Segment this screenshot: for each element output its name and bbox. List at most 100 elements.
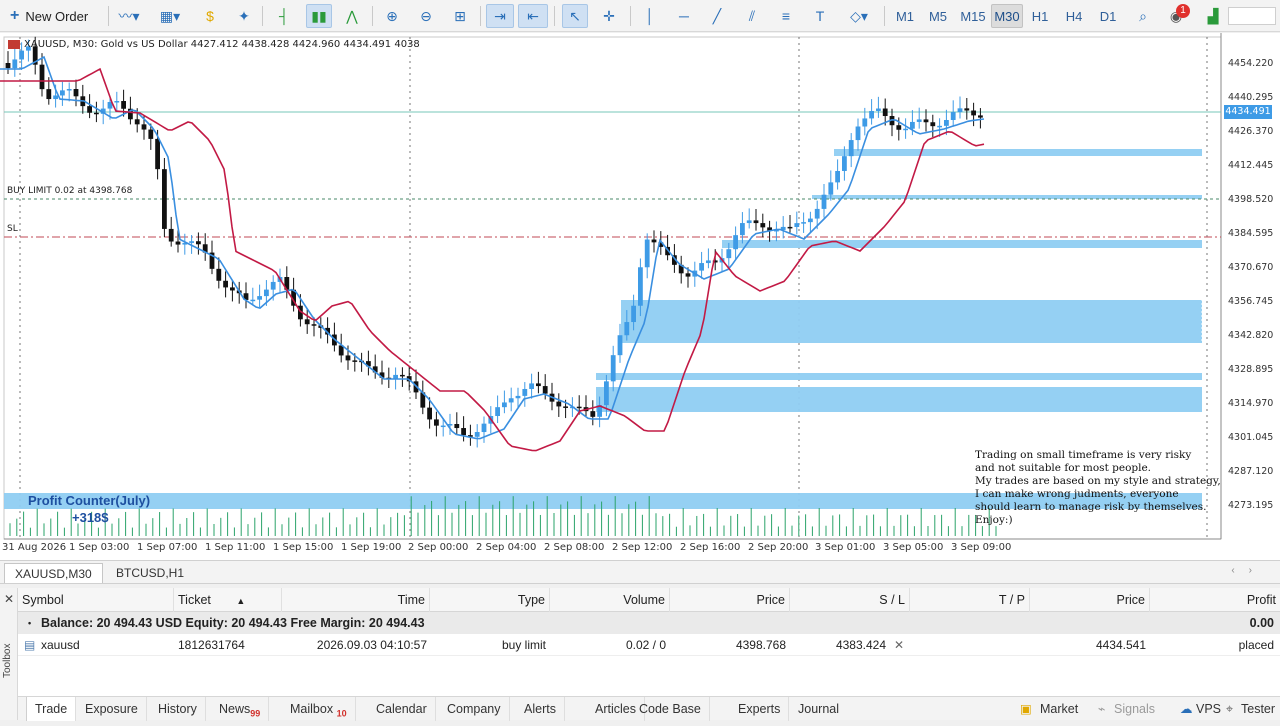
tab-calendar[interactable]: Calendar [368,697,436,721]
time-axis-label: 1 Sep 07:00 [137,542,198,553]
tile-windows-icon[interactable]: ⊞ [448,4,472,28]
tab-signals[interactable]: Signals [1114,697,1155,721]
shapes-icon[interactable]: ◇▾ [840,4,878,28]
candle-body [930,122,936,127]
search-icon[interactable]: ⌕ [1132,4,1154,28]
chart-window[interactable]: XAUUSD, M30: Gold vs US Dollar 4427.412 … [0,33,1280,560]
news-count-badge: 99 [250,708,261,719]
candle-body [835,170,840,183]
price-axis-label: 4287.120 [1228,466,1274,477]
chart-title: XAUUSD, M30: Gold vs US Dollar 4427.412 … [8,39,420,50]
candle-body [148,129,154,139]
bar-chart-icon[interactable]: ┤ [272,4,296,28]
tab-journal[interactable]: Journal [790,697,847,721]
tab-history[interactable]: History [150,697,206,721]
price-axis-label: 4356.745 [1228,296,1274,307]
chart-tab-xauusd[interactable]: XAUUSD,M30 [4,563,103,583]
chart-tab-btcusd[interactable]: BTCUSD,H1 [106,563,194,583]
candle-body [624,322,630,336]
column-sl[interactable]: S / L [790,588,910,612]
column-tp[interactable]: T / P [910,588,1030,612]
timeframe-m15[interactable]: M15 [957,4,989,28]
cursor-icon[interactable]: ↖ [562,4,588,28]
tab-exposure[interactable]: Exposure [77,697,147,721]
buy-limit-label[interactable]: BUY LIMIT 0.02 at 4398.768 [7,186,132,196]
chart-type-icon[interactable]: 〰▾ [112,4,146,28]
timeframe-m5[interactable]: M5 [925,4,951,28]
market-icon: ▣ [1020,702,1032,716]
table-row[interactable]: ▤ xauusd 1812631764 2026.09.03 04:10:57 … [18,634,1280,656]
note-line: My trades are based on my style and stra… [975,474,1221,487]
candle-body [502,402,507,408]
mailbox-count-badge: 10 [336,708,347,719]
line-chart-icon[interactable]: ⋀ [340,4,364,28]
crosshair-icon[interactable]: ✛ [596,4,622,28]
candlestick-icon[interactable]: ▮▮ [306,4,332,28]
toolbar-separator [630,6,631,26]
auto-scroll-icon[interactable]: ⇥ [486,4,514,28]
candle-body [196,241,201,245]
close-icon[interactable]: ✕ [4,592,14,606]
tab-experts[interactable]: Experts [730,697,790,721]
column-ticket[interactable]: Ticket ▲ [174,588,282,612]
sl-label[interactable]: SL [7,224,18,234]
terminal-tabs: Trade Exposure History News99 Mailbox 10… [18,696,1280,721]
price-zone [596,387,1202,412]
new-order-button[interactable]: + New Order [4,4,104,28]
tab-scroll-arrows-icon[interactable]: ‹› [1231,565,1266,576]
column-ticket-label: Ticket [178,593,211,607]
column-price[interactable]: Price [670,588,790,612]
timeframe-h1[interactable]: H1 [1028,4,1052,28]
text-icon[interactable]: T [808,4,832,28]
toolbar-separator [480,6,481,26]
column-type[interactable]: Type [430,588,550,612]
timeframe-m30[interactable]: M30 [991,4,1023,28]
zoom-out-icon[interactable]: ⊖ [414,4,438,28]
column-symbol[interactable]: Symbol [18,588,174,612]
tab-market[interactable]: Market [1040,697,1078,721]
price-zone [596,373,1202,380]
candle-body [352,360,358,362]
tab-trade[interactable]: Trade [26,697,77,721]
tab-mailbox[interactable]: Mailbox 10 [282,697,356,721]
indicators-icon[interactable]: ▦▾ [150,4,190,28]
candle-body [345,355,351,361]
timeframe-m1[interactable]: M1 [892,4,918,28]
tab-code-base[interactable]: Code Base [631,697,710,721]
candle-body [910,121,915,129]
tab-news[interactable]: News99 [211,697,270,721]
tab-tester[interactable]: Tester [1241,697,1275,721]
trend-line-icon[interactable]: ╱ [705,4,729,28]
price-axis-label: 4370.670 [1228,262,1274,273]
tab-company[interactable]: Company [439,697,510,721]
toolbox-panel: ✕ Toolbox Symbol Ticket ▲ Time Type Volu… [0,588,1280,721]
candle-body [162,169,167,229]
zoom-in-icon[interactable]: ⊕ [380,4,404,28]
chart-shift-icon[interactable]: ⇤ [518,4,548,28]
tab-vps[interactable]: VPS [1196,697,1221,721]
vertical-line-icon[interactable]: │ [638,4,662,28]
column-time[interactable]: Time [282,588,430,612]
candle-body [223,280,228,288]
channel-icon[interactable]: ⫽ [740,4,764,28]
column-volume[interactable]: Volume [550,588,670,612]
remove-sl-icon[interactable]: ✕ [894,634,904,656]
price-zone [722,240,1202,248]
candle-body [590,411,596,417]
order-current-price: 4434.541 [1095,638,1146,652]
fibonacci-icon[interactable]: ≡ [774,4,798,28]
candle-body [964,108,970,111]
dollar-icon[interactable]: $ [199,4,221,28]
column-profit[interactable]: Profit [1150,588,1280,612]
timeframe-h4[interactable]: H4 [1062,4,1086,28]
toolbar-search-input[interactable] [1228,7,1276,25]
candle-body [944,120,949,126]
column-current-price[interactable]: Price [1030,588,1150,612]
tab-alerts[interactable]: Alerts [516,697,565,721]
candle-body [94,112,99,115]
balance-row[interactable]: • Balance: 20 494.43 USD Equity: 20 494.… [18,612,1280,634]
horizontal-line-icon[interactable]: ─ [672,4,696,28]
timeframe-d1[interactable]: D1 [1096,4,1120,28]
candle-body [46,89,52,100]
algo-trading-icon[interactable]: ✦ [232,4,256,28]
